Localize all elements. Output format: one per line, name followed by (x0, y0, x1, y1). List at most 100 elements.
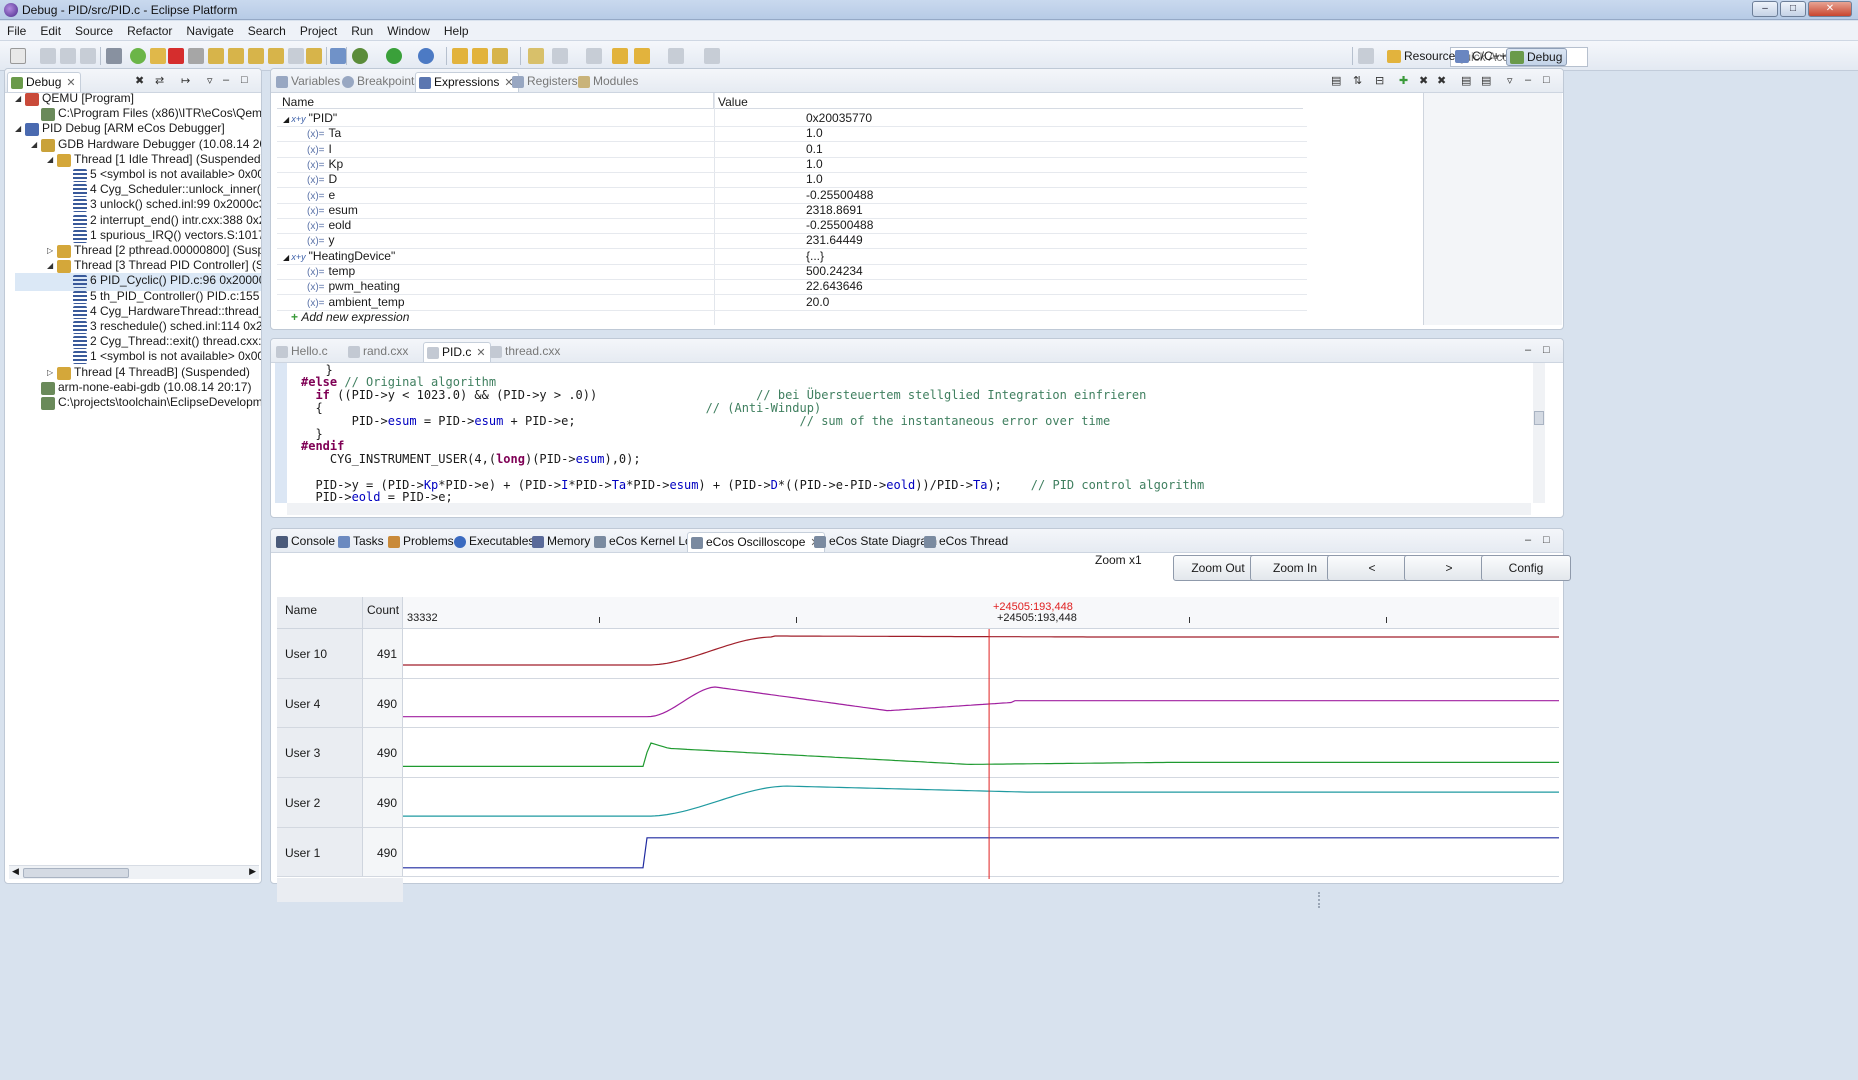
horizontal-scrollbar[interactable]: ◀ ▶ (9, 865, 259, 879)
disconnect-icon[interactable] (188, 48, 204, 64)
twisty-icon[interactable]: ▷ (47, 246, 57, 255)
disconnect-view-icon[interactable]: ⇄ (155, 74, 164, 87)
previous-annotation-icon[interactable] (586, 48, 602, 64)
pin-view-icon[interactable]: ▤ (1481, 74, 1491, 87)
minimize-icon[interactable]: – (1525, 344, 1531, 356)
view-menu-icon[interactable]: ▿ (207, 74, 213, 87)
pin-editor-icon[interactable] (704, 48, 720, 64)
menu-run[interactable]: Run (344, 21, 380, 38)
step-into-icon[interactable] (208, 48, 224, 64)
maximize-icon[interactable]: □ (1543, 534, 1550, 546)
menu-file[interactable]: File (0, 21, 33, 38)
minimize-icon[interactable]: – (223, 74, 229, 86)
channel-name[interactable]: User 10 (277, 629, 363, 679)
debug-tree-item[interactable]: C:\projects\toolchain\EclipseDevelopment… (15, 395, 261, 411)
tab-pid-c[interactable]: PID.c ✕ (423, 342, 491, 362)
minimize-window-button[interactable]: – (1752, 1, 1778, 17)
tab-executables[interactable]: Executables (451, 532, 538, 552)
twisty-icon[interactable]: ◢ (15, 94, 25, 103)
twisty-icon[interactable]: ◢ (15, 124, 25, 133)
search-icon[interactable] (492, 48, 508, 64)
tab-breakpoints[interactable]: Breakpoints (339, 72, 424, 92)
minimize-icon[interactable]: – (1525, 74, 1531, 86)
column-value[interactable]: Value (718, 95, 748, 109)
show-type-names-icon[interactable]: ▤ (1331, 74, 1341, 87)
close-icon[interactable]: ✕ (476, 347, 485, 359)
perspective-debug[interactable]: Debug (1506, 48, 1568, 66)
collapse-all-icon[interactable]: ⊟ (1375, 74, 1384, 87)
next-annotation-icon[interactable] (552, 48, 568, 64)
remove-all-expressions-icon[interactable]: ✖ (1437, 74, 1446, 87)
menu-source[interactable]: Source (68, 21, 120, 38)
tab-console[interactable]: Console (273, 532, 339, 552)
resume-icon[interactable] (130, 48, 146, 64)
maximize-icon[interactable]: □ (1543, 74, 1550, 86)
menu-edit[interactable]: Edit (33, 21, 68, 38)
step-over-icon[interactable] (228, 48, 244, 64)
suspend-icon[interactable] (150, 48, 166, 64)
tab-ecos-oscilloscope[interactable]: eCos Oscilloscope✕ (687, 532, 825, 552)
close-window-button[interactable]: ✕ (1808, 1, 1852, 17)
maximize-icon[interactable]: □ (241, 74, 248, 86)
save-icon[interactable] (40, 48, 56, 64)
menu-project[interactable]: Project (293, 21, 344, 38)
remove-expression-icon[interactable]: ✖ (1419, 74, 1428, 87)
tab-ecos-thread[interactable]: eCos Thread (921, 532, 1012, 552)
tab-rand-cxx[interactable]: rand.cxx (345, 342, 412, 362)
remove-launches-icon[interactable]: ✖ (135, 74, 144, 87)
run-icon[interactable] (386, 48, 402, 64)
scroll-left-icon[interactable]: ◀ (12, 866, 19, 877)
open-element-icon[interactable] (472, 48, 488, 64)
new-view-icon[interactable]: ▤ (1461, 74, 1471, 87)
tab-expressions[interactable]: Expressions ✕ (415, 72, 519, 92)
print-icon[interactable] (80, 48, 96, 64)
column-name[interactable]: Name (282, 95, 314, 109)
channel-name[interactable]: User 3 (277, 728, 363, 779)
perspective-resource[interactable]: Resource (1384, 48, 1459, 66)
view-menu-icon[interactable]: ▿ (1507, 74, 1513, 87)
twisty-icon[interactable]: ◢ (47, 261, 57, 270)
new-file-icon[interactable] (10, 48, 26, 64)
twisty-icon[interactable]: ◢ (47, 155, 57, 164)
code-editor[interactable]: } #else // Original algorithm if ((PID->… (287, 363, 1531, 503)
channel-name[interactable]: User 4 (277, 678, 363, 729)
tab-modules[interactable]: Modules (575, 72, 642, 92)
waveform-canvas[interactable] (403, 629, 1559, 879)
scrollbar-thumb[interactable] (1534, 411, 1544, 425)
menu-refactor[interactable]: Refactor (120, 21, 179, 38)
step-return-icon[interactable] (248, 48, 264, 64)
tab-registers[interactable]: Registers (509, 72, 582, 92)
tab-problems[interactable]: Problems (385, 532, 458, 552)
menu-navigate[interactable]: Navigate (179, 21, 240, 38)
debug-run-icon[interactable] (352, 48, 368, 64)
tab-debug[interactable]: Debug ✕ (7, 72, 81, 92)
menu-help[interactable]: Help (437, 21, 476, 38)
skip-breakpoints-icon[interactable] (106, 48, 122, 64)
close-icon[interactable]: ✕ (66, 77, 75, 89)
channel-name[interactable]: User 2 (277, 778, 363, 828)
save-all-icon[interactable] (60, 48, 76, 64)
back-icon[interactable] (634, 48, 650, 64)
config-button[interactable]: Config (1481, 555, 1571, 581)
drop-to-frame-icon[interactable] (268, 48, 284, 64)
horizontal-scrollbar[interactable] (287, 503, 1531, 515)
external-tools-icon[interactable] (418, 48, 434, 64)
toggle-mark-occurrences-icon[interactable] (528, 48, 544, 64)
step-mode-icon[interactable]: ↦ (181, 74, 190, 87)
show-logical-structure-icon[interactable]: ⇅ (1353, 74, 1362, 87)
last-edit-location-icon[interactable] (612, 48, 628, 64)
forward-icon[interactable] (668, 48, 684, 64)
tab-ecos-kernel-log[interactable]: eCos Kernel Log (591, 532, 702, 552)
twisty-icon[interactable]: ▷ (47, 368, 57, 377)
tab-thread-cxx[interactable]: thread.cxx (487, 342, 564, 362)
scroll-right-icon[interactable]: ▶ (249, 866, 256, 877)
perspective-cpp[interactable]: C/C++ (1452, 48, 1511, 66)
use-step-filters-icon[interactable] (330, 48, 346, 64)
instruction-step-icon[interactable] (288, 48, 304, 64)
tab-variables[interactable]: Variables (273, 72, 344, 92)
add-expression-icon[interactable]: ✚ (1399, 74, 1408, 87)
open-type-icon[interactable] (452, 48, 468, 64)
maximize-window-button[interactable]: □ (1780, 1, 1806, 17)
tab-tasks[interactable]: Tasks (335, 532, 388, 552)
maximize-icon[interactable]: □ (1543, 344, 1550, 356)
